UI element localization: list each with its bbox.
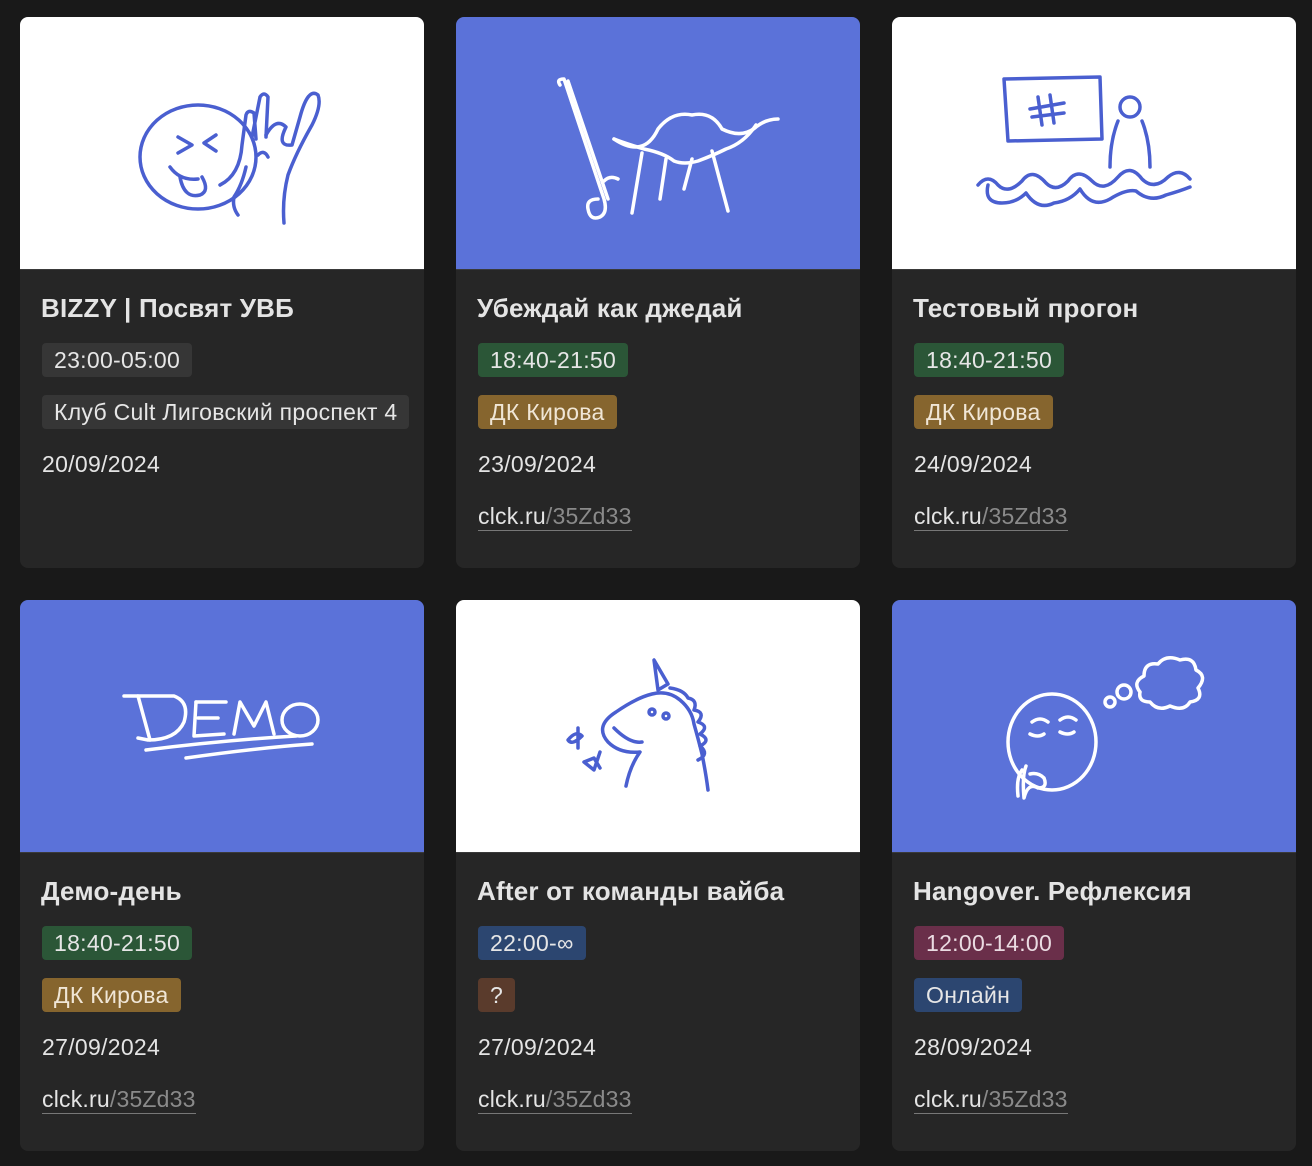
location-badge: Клуб Cult Лиговский проспект 4 (42, 395, 410, 429)
time-badge: 12:00-14:00 (914, 926, 1065, 960)
event-date: 27/09/2024 (478, 1033, 597, 1060)
unicorn-icon (566, 657, 710, 792)
link-host: clck.ru (478, 502, 546, 529)
event-link[interactable]: clck.ru/35Zd33 (42, 1085, 196, 1114)
link-path: /35Zd33 (545, 1085, 632, 1112)
location-badge: ДК Кирова (914, 395, 1053, 429)
event-link[interactable]: clck.ru/35Zd33 (478, 1085, 632, 1114)
demo-lettering-icon (122, 693, 320, 760)
event-card[interactable]: Hangover. Рефлексия 12:00-14:00 Онлайн 2… (892, 600, 1296, 1151)
event-card[interactable]: Тестовый прогон 18:40-21:50 ДК Кирова 24… (892, 17, 1296, 568)
link-host: clck.ru (914, 1085, 982, 1112)
rock-hand-face-icon (138, 91, 321, 225)
link-path: /35Zd33 (545, 502, 632, 529)
card-cover (892, 17, 1296, 270)
event-date: 23/09/2024 (478, 450, 597, 477)
event-date: 20/09/2024 (42, 450, 161, 477)
link-path: /35Zd33 (981, 502, 1068, 529)
link-path: /35Zd33 (109, 1085, 196, 1112)
link-path: /35Zd33 (981, 1085, 1068, 1112)
thinking-face-icon (1006, 655, 1205, 800)
location-badge: ? (478, 978, 516, 1012)
presentation-audience-icon (976, 74, 1192, 207)
event-card[interactable]: BIZZY | Посвят УВБ 23:00-05:00 Клуб Cult… (20, 17, 424, 568)
events-gallery: BIZZY | Посвят УВБ 23:00-05:00 Клуб Cult… (20, 17, 1296, 1151)
event-date: 24/09/2024 (914, 450, 1033, 477)
event-link[interactable]: clck.ru/35Zd33 (478, 502, 632, 531)
time-badge: 18:40-21:50 (914, 343, 1065, 377)
event-card[interactable]: After от команды вайба 22:00-∞ ? 27/09/2… (456, 600, 860, 1151)
card-title: Hangover. Рефлексия (913, 876, 1192, 906)
card-cover (456, 17, 860, 270)
card-title: Тестовый прогон (913, 293, 1139, 323)
card-cover (20, 17, 424, 270)
card-title: Убеждай как джедай (477, 293, 743, 323)
time-badge: 22:00-∞ (478, 926, 586, 960)
link-host: clck.ru (914, 502, 982, 529)
card-cover (456, 600, 860, 853)
card-title: Демо-день (41, 876, 182, 906)
card-cover (892, 600, 1296, 853)
link-host: clck.ru (42, 1085, 110, 1112)
card-title: After от команды вайба (477, 876, 785, 906)
location-badge: ДК Кирова (42, 978, 181, 1012)
event-date: 28/09/2024 (914, 1033, 1033, 1060)
link-host: clck.ru (478, 1085, 546, 1112)
time-badge: 23:00-05:00 (42, 343, 193, 377)
card-cover (20, 600, 424, 853)
event-link[interactable]: clck.ru/35Zd33 (914, 1085, 1068, 1114)
location-badge: ДК Кирова (478, 395, 617, 429)
time-badge: 18:40-21:50 (42, 926, 193, 960)
yoda-icon (556, 76, 780, 220)
event-card[interactable]: Убеждай как джедай 18:40-21:50 ДК Кирова… (456, 17, 860, 568)
card-title: BIZZY | Посвят УВБ (41, 293, 295, 323)
time-badge: 18:40-21:50 (478, 343, 629, 377)
location-badge: Онлайн (914, 978, 1023, 1012)
event-card[interactable]: Демо-день 18:40-21:50 ДК Кирова 27/09/20… (20, 600, 424, 1151)
event-link[interactable]: clck.ru/35Zd33 (914, 502, 1068, 531)
event-date: 27/09/2024 (42, 1033, 161, 1060)
